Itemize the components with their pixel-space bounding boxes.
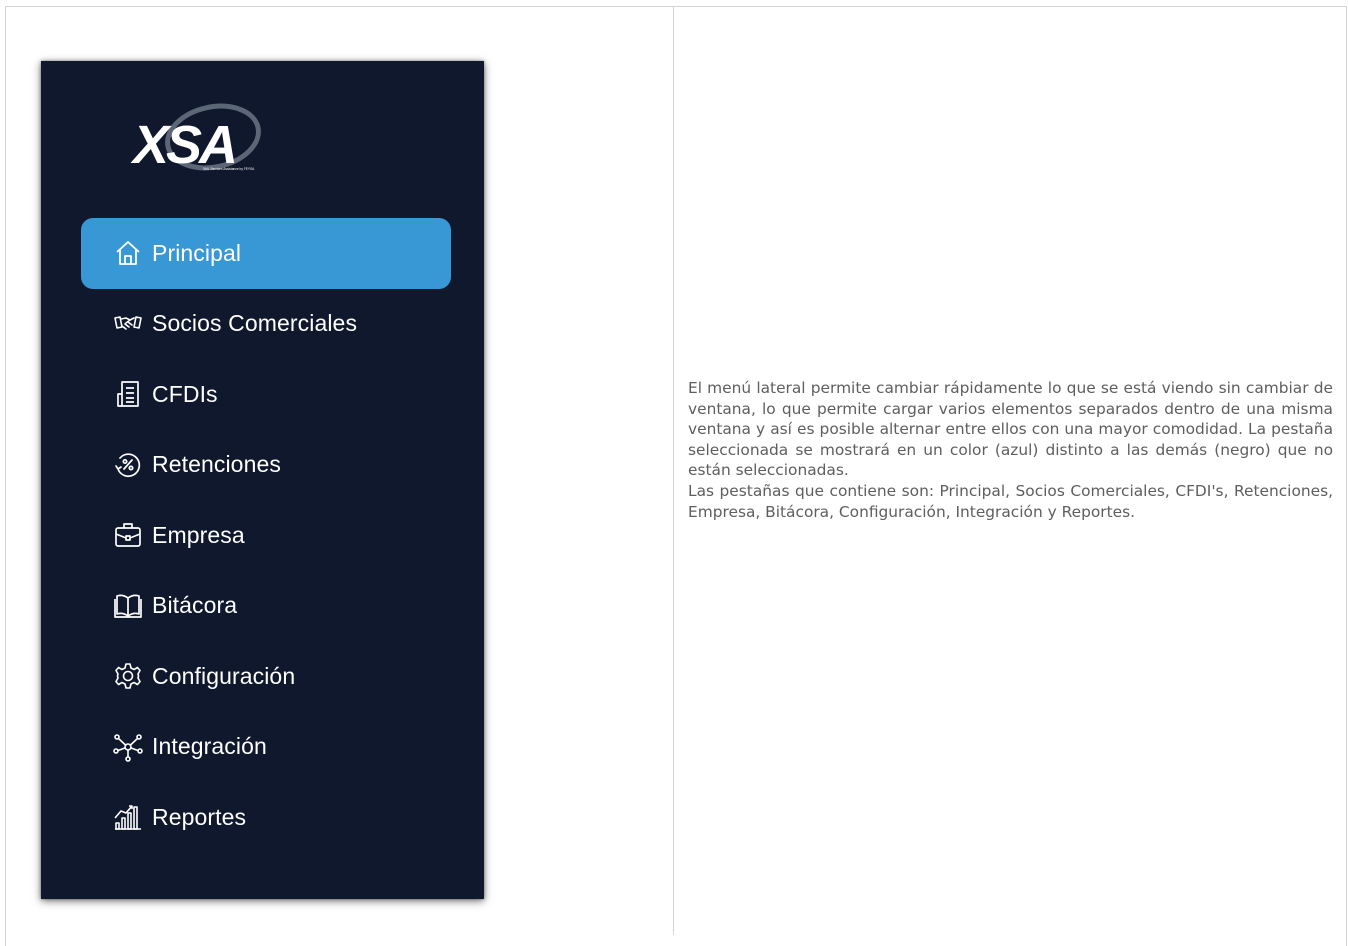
menu-item-empresa[interactable]: Empresa	[81, 500, 451, 571]
briefcase-icon	[111, 518, 145, 552]
sidebar-menu: XSA XML Services Assistance by FEYSA Pri…	[41, 61, 484, 899]
menu-item-integracion[interactable]: Integración	[81, 712, 451, 783]
menu-label-retenciones: Retenciones	[152, 451, 281, 478]
description-paragraph-1: El menú lateral permite cambiar rápidame…	[688, 379, 1333, 480]
menu-label-integracion: Integración	[152, 733, 267, 760]
svg-text:XML Services Assistance by FEY: XML Services Assistance by FEYSA	[203, 167, 255, 171]
chart-icon	[111, 800, 145, 834]
svg-text:XSA: XSA	[130, 115, 235, 175]
menu-label-configuracion: Configuración	[152, 662, 296, 689]
home-icon	[111, 236, 145, 270]
menu-label-reportes: Reportes	[152, 803, 247, 830]
menu-item-socios-comerciales[interactable]: Socios Comerciales	[81, 289, 451, 360]
gear-icon	[111, 659, 145, 693]
menu-item-retenciones[interactable]: Retenciones	[81, 430, 451, 501]
menu-label-socios-comerciales: Socios Comerciales	[152, 310, 358, 337]
xsa-logo: XSA XML Services Assistance by FEYSA	[129, 103, 269, 181]
menu-item-reportes[interactable]: Reportes	[81, 782, 451, 853]
handshake-icon	[111, 307, 145, 341]
percent-icon	[111, 448, 145, 482]
description-paragraph-2: Las pestañas que contiene son: Principal…	[688, 481, 1333, 521]
document-icon	[111, 377, 145, 411]
menu-label-principal: Principal	[152, 239, 242, 266]
menu-item-configuracion[interactable]: Configuración	[81, 641, 451, 712]
menu-list: Principal Socios Comerciales CFDIs Reten…	[81, 218, 451, 853]
menu-label-cfdis: CFDIs	[152, 380, 218, 407]
menu-item-cfdis[interactable]: CFDIs	[81, 359, 451, 430]
menu-item-principal[interactable]: Principal	[81, 218, 451, 289]
network-icon	[111, 730, 145, 764]
description-text: El menú lateral permite cambiar rápidame…	[688, 378, 1333, 522]
table-divider	[673, 6, 674, 935]
book-icon	[111, 589, 145, 623]
menu-item-bitacora[interactable]: Bitácora	[81, 571, 451, 642]
menu-label-empresa: Empresa	[152, 521, 245, 548]
menu-label-bitacora: Bitácora	[152, 592, 238, 619]
